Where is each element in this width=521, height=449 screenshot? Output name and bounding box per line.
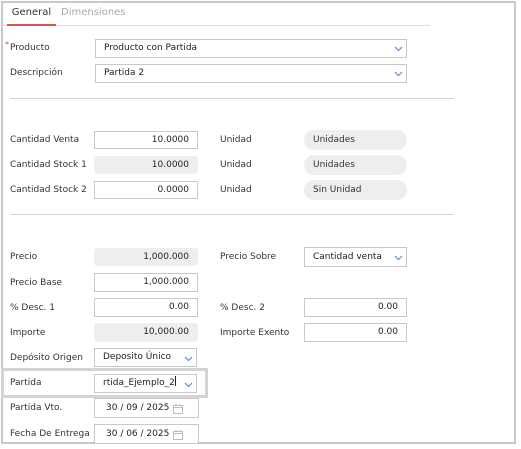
precio-sobre-select[interactable]: Cantidad venta [304, 247, 407, 267]
required-marker: * [5, 40, 9, 49]
producto-value: Producto con Partida [104, 43, 198, 53]
desc2-label: % Desc. 2 [220, 303, 265, 313]
text-cursor [174, 376, 176, 386]
partida-vto-input[interactable]: 30 / 09 / 2025 [94, 398, 199, 418]
partida-label: Partida [10, 378, 42, 388]
cantidad-venta-input[interactable]: 10.0000 [94, 131, 198, 149]
descripcion-label: Descripción [10, 68, 63, 78]
importe-label: Importe [10, 328, 46, 338]
chevron-down-icon[interactable] [394, 253, 403, 262]
unidad-stock2-value: Sin Unidad [304, 180, 407, 200]
fecha-entrega-value: 30 / 06 / 2025 [106, 429, 170, 439]
cantidad-venta-label: Cantidad Venta [10, 135, 80, 145]
tab-dimensiones[interactable]: Dimensiones [61, 7, 126, 18]
precio-sobre-label: Precio Sobre [220, 252, 277, 262]
precio-sobre-value: Cantidad venta [313, 252, 382, 262]
importe-value: 10,000.00 [94, 323, 198, 342]
cantidad-stock2-input[interactable]: 0.0000 [94, 181, 198, 199]
section-divider [10, 98, 454, 99]
desc2-input[interactable]: 0.00 [304, 298, 407, 317]
unidad-stock1-value: Unidades [304, 155, 407, 175]
precio-value: 1,000.000 [94, 248, 198, 266]
deposito-select[interactable]: Deposito Único [94, 348, 197, 367]
cantidad-stock1-value: 10.0000 [94, 156, 198, 174]
importe-exento-label: Importe Exento [220, 328, 290, 338]
partida-vto-label: Partida Vto. [10, 403, 63, 413]
producto-select[interactable]: Producto con Partida [95, 39, 407, 58]
calendar-icon[interactable] [173, 429, 183, 440]
partida-vto-value: 30 / 09 / 2025 [106, 403, 170, 413]
fecha-entrega-input[interactable]: 30 / 06 / 2025 [94, 424, 199, 444]
tab-bar: General Dimensiones [3, 5, 430, 26]
unidad-label: Unidad [220, 135, 252, 145]
chevron-down-icon[interactable] [394, 44, 403, 53]
calendar-icon[interactable] [173, 403, 183, 414]
partida-value: rtida_Ejemplo_2 [103, 378, 175, 388]
importe-exento-input[interactable]: 0.00 [304, 323, 407, 342]
desc1-input[interactable]: 0.00 [94, 298, 198, 317]
deposito-label: Depósito Origen [10, 353, 84, 363]
chevron-down-icon[interactable] [394, 69, 403, 78]
producto-label: Producto [10, 43, 50, 53]
cantidad-stock2-label: Cantidad Stock 2 [10, 185, 87, 195]
unidad-label: Unidad [220, 185, 252, 195]
precio-base-input[interactable]: 1,000.000 [94, 273, 198, 292]
cantidad-stock1-label: Cantidad Stock 1 [10, 160, 87, 170]
partida-select[interactable]: rtida_Ejemplo_2 [94, 374, 197, 393]
tab-general[interactable]: General [7, 7, 56, 26]
section-divider [10, 214, 454, 215]
descripcion-value: Partida 2 [104, 68, 145, 78]
unidad-label: Unidad [220, 160, 252, 170]
fecha-entrega-label: Fecha De Entrega [10, 429, 90, 439]
desc1-label: % Desc. 1 [10, 303, 55, 313]
deposito-value: Deposito Único [103, 352, 172, 362]
descripcion-input[interactable]: Partida 2 [95, 64, 407, 83]
unidad-venta-value: Unidades [304, 130, 407, 150]
precio-base-label: Precio Base [10, 278, 63, 288]
chevron-down-icon[interactable] [184, 354, 193, 363]
chevron-down-icon[interactable] [184, 380, 193, 389]
precio-label: Precio [10, 252, 38, 262]
